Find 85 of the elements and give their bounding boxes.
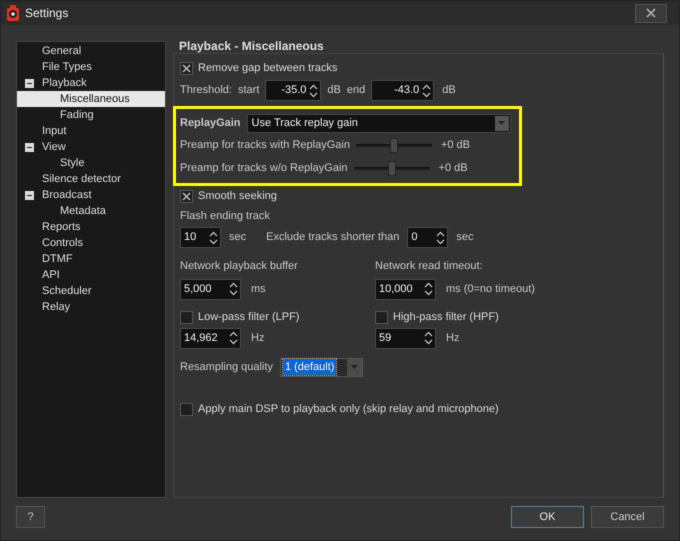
tree-item[interactable]: Reports [41, 219, 165, 235]
label: Network playback buffer [180, 259, 299, 274]
tree-item[interactable]: Metadata [59, 203, 165, 219]
tree-item[interactable]: Relay [41, 299, 165, 315]
checkbox-label: High-pass filter (HPF) [393, 310, 499, 326]
tree-item[interactable]: Broadcast [41, 187, 165, 203]
label: Resampling quality [180, 360, 273, 375]
spin-arrows-icon [422, 84, 432, 98]
help-button[interactable]: ? [16, 506, 45, 528]
tree-item[interactable]: DTMF [41, 251, 165, 267]
close-icon [646, 8, 656, 18]
checkbox-label: Apply main DSP to playback only (skip relay and microphone) [198, 402, 499, 418]
checkbox[interactable] [180, 311, 193, 324]
label: Network read timeout: [375, 259, 484, 274]
checkbox[interactable] [180, 190, 193, 202]
label: sec [456, 230, 474, 246]
collapse-icon[interactable] [24, 78, 34, 88]
replaygain-dropdown[interactable]: Use Track replay gain [246, 114, 511, 132]
label: Preamp for tracks w/o ReplayGain [180, 160, 348, 176]
checkbox-label: Remove gap between tracks [198, 60, 338, 76]
tree-item[interactable]: Input [41, 123, 165, 139]
spin-arrows-icon [209, 230, 218, 244]
tree-item[interactable]: Scheduler [41, 283, 165, 299]
cancel-button[interactable]: Cancel [591, 506, 664, 528]
checkbox-label: Smooth seeking [198, 188, 277, 204]
label: sec [229, 230, 246, 246]
label: Hz [251, 330, 264, 346]
dropdown-arrow-icon [350, 365, 358, 369]
tree-item[interactable]: Playback [41, 75, 165, 91]
slider-thumb[interactable] [390, 138, 398, 152]
spin-arrows-icon [309, 84, 318, 98]
collapse-icon[interactable] [24, 190, 34, 200]
checkbox-label: Low-pass filter (LPF) [198, 310, 300, 326]
tree-item[interactable]: File Types [41, 59, 165, 75]
ok-button[interactable]: OK [511, 506, 584, 528]
spin-field[interactable]: -43.0 [371, 80, 434, 101]
label: Flash ending track [180, 209, 271, 224]
label: Preamp for tracks with ReplayGain [180, 138, 350, 153]
checkbox[interactable] [375, 311, 388, 324]
spin-field[interactable]: 5,000 [180, 278, 241, 300]
collapse-icon[interactable] [24, 142, 34, 152]
spin-field[interactable]: 10,000 [375, 278, 436, 300]
spin-field[interactable]: 10 [180, 227, 221, 248]
dropdown-arrow-icon [498, 121, 506, 125]
tree-item[interactable]: Miscellaneous [17, 91, 165, 107]
spin-arrows-icon [424, 331, 433, 345]
tree-item[interactable]: Silence detector [41, 171, 165, 187]
label: ms [251, 282, 266, 297]
reading: +0 dB [440, 138, 470, 153]
tree-item[interactable]: View [41, 139, 165, 155]
checkbox[interactable] [180, 403, 193, 416]
label: Exclude tracks shorter than [266, 230, 400, 246]
speaker-logo-icon [6, 5, 20, 21]
reading: +0 dB [438, 160, 468, 176]
checkbox[interactable] [180, 62, 193, 74]
tree-item[interactable]: General [41, 43, 165, 59]
label: Threshold: [180, 83, 232, 98]
slider[interactable] [356, 138, 432, 152]
label: dB [442, 83, 456, 98]
spin-arrows-icon [436, 230, 446, 244]
spin-arrows-icon [229, 282, 238, 296]
label: ReplayGain [180, 116, 241, 131]
slider-thumb[interactable] [388, 160, 396, 176]
x-mark-icon [182, 64, 191, 72]
spin-field[interactable]: 14,962 [180, 328, 241, 348]
label: Hz [446, 330, 460, 346]
x-mark-icon [182, 192, 191, 200]
tree-item[interactable]: Controls [41, 235, 165, 251]
resampling-dropdown[interactable]: 1 (default) [280, 358, 363, 376]
label: ms (0=no timeout) [446, 282, 535, 297]
spin-field[interactable]: 0 [407, 227, 448, 248]
spin-field[interactable]: -35.0 [265, 80, 322, 101]
tree-item[interactable]: API [41, 267, 165, 283]
page-title: Playback - Miscellaneous [179, 40, 325, 52]
window-title: Settings [25, 5, 68, 22]
close-button[interactable] [635, 4, 667, 22]
tree-item[interactable]: Style [59, 155, 165, 171]
tree-item[interactable]: Fading [59, 107, 165, 123]
spin-arrows-icon [229, 331, 238, 345]
label: end [346, 83, 366, 98]
spin-arrows-icon [424, 282, 433, 296]
label: start [238, 83, 260, 98]
label: dB [327, 83, 341, 98]
spin-field[interactable]: 59 [375, 328, 436, 348]
slider[interactable] [354, 160, 430, 176]
